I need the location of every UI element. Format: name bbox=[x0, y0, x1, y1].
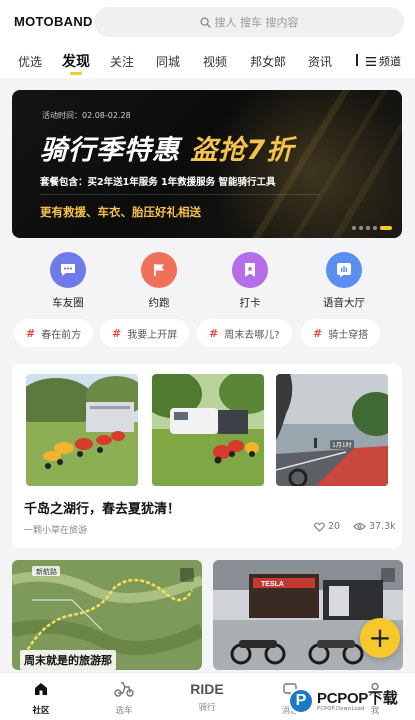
tab-bang-girl[interactable]: 邦女郎 bbox=[250, 53, 286, 70]
flag-icon bbox=[141, 252, 177, 288]
topic-label: 我要上开屏 bbox=[127, 329, 178, 341]
tab-youxuan[interactable]: 优选 bbox=[18, 53, 42, 70]
search-placeholder: 搜人 搜车 搜内容 bbox=[214, 16, 299, 29]
menu-icon bbox=[366, 56, 376, 66]
nav-label: 社区 bbox=[32, 706, 50, 716]
create-post-button[interactable]: + bbox=[360, 618, 400, 658]
watermark-brand: PCPOP下载 bbox=[317, 689, 398, 707]
banner-dot-active bbox=[380, 226, 392, 230]
topic-chip[interactable]: # 骑士穿搭 bbox=[301, 319, 381, 347]
eye-icon bbox=[353, 522, 366, 531]
topic-label: 周末去哪儿? bbox=[224, 329, 280, 341]
quick-action-voice-hall[interactable]: 语音大厅 bbox=[314, 252, 374, 310]
tab-news[interactable]: 资讯 bbox=[308, 53, 332, 70]
lake-road-photo bbox=[276, 374, 388, 486]
ride-wordmark: RIDE bbox=[190, 681, 224, 697]
nav-choose-vehicle[interactable]: 选车 bbox=[99, 681, 149, 716]
tab-follow[interactable]: 关注 bbox=[110, 53, 134, 70]
bookmark-icon bbox=[232, 252, 268, 288]
home-icon bbox=[35, 683, 47, 695]
banner-pagination bbox=[352, 226, 392, 230]
tab-local[interactable]: 同城 bbox=[156, 53, 180, 70]
post-photo[interactable] bbox=[26, 374, 138, 486]
topic-chip[interactable]: # 春在前方 bbox=[14, 319, 94, 347]
tab-bar: 优选 发现 关注 同城 视频 邦女郎 资讯 bbox=[0, 44, 415, 78]
nav-label: 骑行 bbox=[198, 703, 216, 713]
map-label: 新航路 bbox=[36, 567, 57, 576]
hashtag-icon: # bbox=[313, 326, 323, 340]
topic-chip[interactable]: # 我要上开屏 bbox=[100, 319, 190, 347]
quick-action-checkin[interactable]: 打卡 bbox=[220, 252, 280, 310]
store-sign: TESLA bbox=[261, 581, 284, 588]
active-tab-indicator bbox=[70, 72, 82, 75]
app-logo: MOTOBAND bbox=[14, 14, 93, 29]
hashtag-icon: # bbox=[209, 326, 219, 340]
app-header: MOTOBAND 搜人 搜车 搜内容 bbox=[0, 0, 415, 44]
quick-action-riders-circle[interactable]: 车友圈 bbox=[38, 252, 98, 310]
channels-button[interactable]: 频道 bbox=[366, 53, 401, 69]
heart-icon bbox=[314, 522, 325, 532]
tab-video[interactable]: 视频 bbox=[203, 53, 227, 70]
nav-community[interactable]: 社区 bbox=[16, 681, 66, 716]
banner-title: 骑行季特惠 盗抢7折 bbox=[40, 128, 294, 167]
banner-gift-text: 更有救援、车衣、胎压好礼相送 bbox=[40, 205, 201, 219]
nav-ride[interactable]: RIDE 骑行 bbox=[182, 681, 232, 713]
like-button[interactable]: 20 bbox=[314, 521, 340, 532]
banner-divider bbox=[40, 194, 320, 195]
pcpop-watermark: P PCPOP下载 PCPOP.DownLoad bbox=[288, 684, 412, 718]
feed-card[interactable]: 新航路 周末就是的旅游那 bbox=[12, 560, 202, 670]
banner-dot bbox=[366, 226, 370, 230]
post-title[interactable]: 千岛之湖行，春去夏犹清！ bbox=[24, 498, 180, 517]
tab-discover[interactable]: 发现 bbox=[62, 51, 90, 71]
banner-package-text: 套餐包含：买2年送1年服务 1年救援服务 智能骑行工具 bbox=[40, 177, 276, 188]
scooters-photo bbox=[26, 374, 138, 486]
photo-timestamp: 1月1时 bbox=[330, 440, 354, 449]
post-photo[interactable] bbox=[152, 374, 264, 486]
tabs-divider bbox=[356, 54, 358, 66]
quick-action-label: 语音大厅 bbox=[323, 297, 365, 309]
like-count: 20 bbox=[328, 521, 341, 532]
watermark-text: PCPOP下载 PCPOP.DownLoad bbox=[317, 689, 398, 712]
pcpop-logo-icon: P bbox=[288, 688, 314, 714]
banner-title-highlight: 盗抢7折 bbox=[190, 135, 295, 166]
nav-label: 选车 bbox=[115, 706, 133, 716]
promo-banner[interactable]: 活动时间：02.08-02.28 骑行季特惠 盗抢7折 套餐包含：买2年送1年服… bbox=[12, 90, 402, 238]
hashtag-icon: # bbox=[112, 326, 122, 340]
search-icon bbox=[199, 16, 211, 28]
banner-title-main: 骑行季特惠 bbox=[40, 135, 180, 166]
banner-dot bbox=[373, 226, 377, 230]
post-photo[interactable]: 1月1时 bbox=[276, 374, 388, 486]
gallery-icon bbox=[381, 568, 395, 582]
scooter-icon bbox=[114, 682, 134, 697]
post-author[interactable]: 一颗小草在旅游 bbox=[24, 523, 87, 536]
view-count: 37.3k bbox=[369, 521, 396, 532]
quick-action-label: 打卡 bbox=[239, 297, 261, 309]
channels-label: 频道 bbox=[379, 55, 401, 68]
search-bar[interactable]: 搜人 搜车 搜内容 bbox=[94, 7, 404, 37]
quick-action-label: 约跑 bbox=[148, 297, 170, 309]
post-card[interactable]: 1月1时 千岛之湖行，春去夏犹清！ 一颗小草在旅游 20 37.3k bbox=[12, 364, 402, 548]
topic-label: 骑士穿搭 bbox=[328, 329, 369, 341]
chat-bubble-icon bbox=[50, 252, 86, 288]
topic-chip[interactable]: # 周末去哪儿? bbox=[197, 319, 292, 347]
quick-action-ride-meetup[interactable]: 约跑 bbox=[129, 252, 189, 310]
banner-dot bbox=[359, 226, 363, 230]
quick-action-label: 车友圈 bbox=[52, 297, 84, 309]
banner-date: 活动时间：02.08-02.28 bbox=[42, 111, 131, 120]
feed-caption: 周末就是的旅游那 bbox=[20, 650, 116, 670]
topic-label: 春在前方 bbox=[41, 329, 82, 341]
voice-bars-icon bbox=[326, 252, 362, 288]
gallery-icon bbox=[180, 568, 194, 582]
view-count-display: 37.3k bbox=[353, 521, 396, 532]
banner-dot bbox=[352, 226, 356, 230]
hashtag-icon: # bbox=[26, 326, 36, 340]
camper-photo bbox=[152, 374, 264, 486]
